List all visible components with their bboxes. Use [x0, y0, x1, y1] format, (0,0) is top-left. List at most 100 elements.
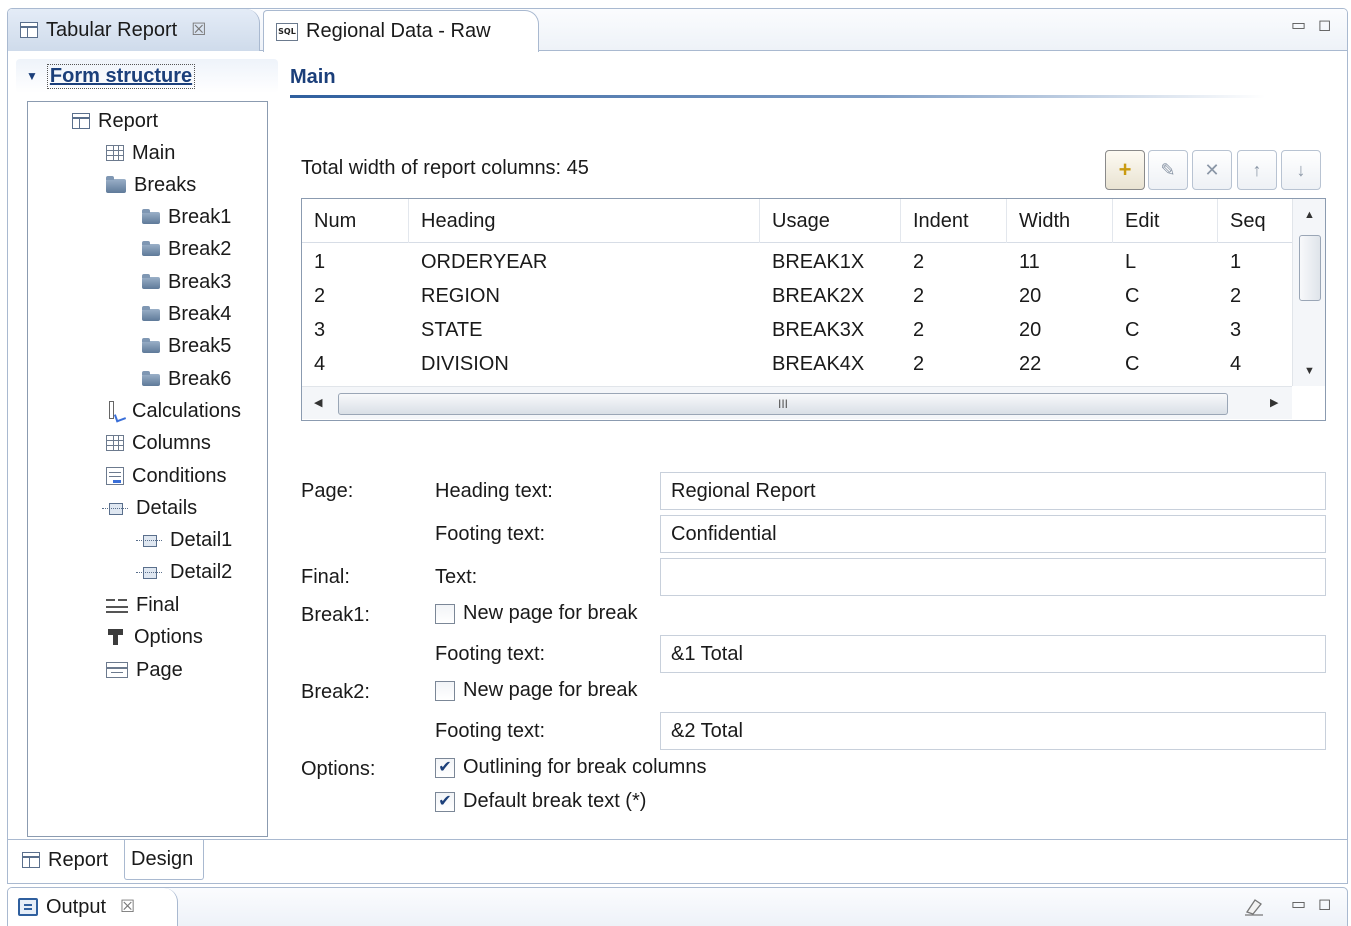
checkbox-label: Default break text (*)	[463, 790, 647, 812]
editor-tab-bar: Tabular Report ☒ SQL Regional Data - Raw…	[8, 9, 1347, 52]
tree-item-final[interactable]: Final	[106, 590, 179, 620]
tab-regional-data-raw[interactable]: SQL Regional Data - Raw	[263, 10, 539, 52]
eraser-icon[interactable]	[1243, 896, 1265, 916]
tree-item-page[interactable]: Page	[106, 655, 183, 685]
horizontal-scrollbar[interactable]: ◀ III ▶	[302, 386, 1292, 419]
cell-usage: BREAK4X	[772, 353, 865, 375]
tree-item-options[interactable]: Options	[106, 622, 203, 652]
maximize-icon[interactable]: ◻	[1318, 894, 1331, 914]
horizontal-scroll-thumb[interactable]: III	[338, 393, 1228, 415]
scroll-left-arrow-icon[interactable]: ◀	[314, 396, 322, 409]
cell-seq: 1	[1230, 251, 1242, 273]
checkbox-label: Outlining for break columns	[463, 756, 707, 778]
move-down-icon: ↓	[1296, 159, 1306, 180]
column-header-indent[interactable]: Indent	[901, 199, 1007, 243]
heading-text-label: Heading text:	[435, 480, 553, 502]
scroll-down-arrow-icon[interactable]: ▼	[1304, 365, 1315, 377]
tree-item-conditions[interactable]: Conditions	[106, 461, 227, 491]
folder-icon	[142, 241, 160, 256]
tree-item-detail2[interactable]: Detail2	[136, 557, 232, 587]
cell-heading: ORDERYEAR	[421, 251, 548, 273]
add-column-button[interactable]: +	[1105, 150, 1145, 190]
tree-item-breaks[interactable]: Breaks	[106, 170, 196, 200]
cell-seq: 4	[1230, 353, 1242, 375]
minimize-icon[interactable]: ▭	[1291, 894, 1306, 914]
cell-edit: C	[1125, 285, 1140, 307]
close-icon[interactable]: ☒	[120, 897, 135, 917]
tree-item-label: Conditions	[132, 464, 227, 487]
edit-icon: ✎	[1160, 159, 1176, 180]
page-heading-text-input[interactable]: Regional Report	[660, 472, 1326, 510]
close-icon[interactable]: ☒	[191, 20, 206, 40]
maximize-icon[interactable]: ◻	[1318, 15, 1331, 35]
tab-tabular-report[interactable]: Tabular Report ☒	[8, 9, 260, 51]
options-icon	[106, 627, 126, 647]
total-width-label: Total width of report columns: 45	[301, 157, 589, 179]
tree-item-label: Detail2	[170, 560, 233, 583]
scroll-right-arrow-icon[interactable]: ▶	[1270, 396, 1278, 409]
tree-item-label: Break4	[168, 302, 232, 325]
cell-width: 11	[1019, 251, 1040, 273]
tree-item-break2[interactable]: Break2	[142, 234, 231, 264]
page-footing-text-input[interactable]: Confidential	[660, 515, 1326, 553]
vertical-scroll-thumb[interactable]	[1299, 235, 1321, 301]
tab-label: Output	[46, 895, 107, 918]
tree-item-columns[interactable]: Columns	[106, 428, 211, 458]
folder-icon	[142, 306, 160, 321]
scroll-up-arrow-icon[interactable]: ▲	[1304, 209, 1315, 221]
cell-width: 20	[1019, 285, 1042, 307]
collapse-triangle-icon[interactable]: ▼	[26, 69, 38, 83]
delete-column-button[interactable]: ✕	[1192, 150, 1232, 190]
outlining-checkbox-row[interactable]: ✔ Outlining for break columns	[435, 756, 706, 779]
tree-item-main[interactable]: Main	[106, 138, 175, 168]
form-structure-tree: Report Main Breaks Break1 Break2 Break3 …	[27, 101, 268, 837]
cell-heading: DIVISION	[421, 353, 509, 375]
tree-item-calculations[interactable]: Calculations	[106, 396, 241, 426]
tree-item-detail1[interactable]: Detail1	[136, 525, 232, 555]
tree-item-break1[interactable]: Break1	[142, 202, 231, 232]
column-header-seq[interactable]: Seq	[1218, 199, 1292, 243]
outlining-checkbox[interactable]: ✔	[435, 757, 455, 778]
edit-column-button[interactable]: ✎	[1148, 150, 1188, 190]
cell-heading: STATE	[421, 319, 483, 341]
move-down-button[interactable]: ↓	[1281, 150, 1321, 190]
break1-new-page-checkbox-row[interactable]: New page for break	[435, 602, 638, 625]
column-header-width[interactable]: Width	[1007, 199, 1113, 243]
cell-indent: 2	[913, 251, 925, 273]
page-icon	[106, 662, 128, 678]
form-structure-header[interactable]: ▼ Form structure	[16, 59, 278, 93]
tab-design[interactable]: Design	[124, 840, 204, 880]
final-text-input[interactable]	[660, 558, 1326, 596]
cell-indent: 2	[913, 285, 925, 307]
detail-icon	[136, 534, 162, 547]
column-header-edit[interactable]: Edit	[1113, 199, 1218, 243]
tree-item-break5[interactable]: Break5	[142, 331, 231, 361]
tabular-report-editor: Tabular Report ☒ SQL Regional Data - Raw…	[7, 8, 1348, 884]
tree-item-break3[interactable]: Break3	[142, 267, 231, 297]
add-icon: +	[1118, 157, 1132, 182]
tree-item-break6[interactable]: Break6	[142, 364, 231, 394]
column-header-heading[interactable]: Heading	[409, 199, 760, 243]
move-up-button[interactable]: ↑	[1237, 150, 1277, 190]
vertical-scrollbar[interactable]: ▲ ▼	[1292, 199, 1325, 386]
cell-usage: BREAK1X	[772, 251, 865, 273]
break1-new-page-checkbox[interactable]	[435, 603, 455, 624]
default-break-text-checkbox-row[interactable]: ✔ Default break text (*)	[435, 790, 646, 813]
column-header-num[interactable]: Num	[302, 199, 409, 243]
folder-icon	[142, 274, 160, 289]
tree-item-break4[interactable]: Break4	[142, 299, 231, 329]
minimize-icon[interactable]: ▭	[1291, 15, 1306, 35]
tab-output[interactable]: Output ☒	[8, 888, 178, 926]
break2-new-page-checkbox[interactable]	[435, 680, 455, 701]
tab-label: Design	[131, 848, 194, 870]
tree-item-report[interactable]: Report	[72, 106, 158, 136]
cell-heading: REGION	[421, 285, 500, 307]
tab-report[interactable]: Report	[16, 840, 114, 880]
break1-footing-text-input[interactable]: &1 Total	[660, 635, 1326, 673]
default-break-text-checkbox[interactable]: ✔	[435, 791, 455, 812]
break2-new-page-checkbox-row[interactable]: New page for break	[435, 679, 638, 702]
break2-footing-text-input[interactable]: &2 Total	[660, 712, 1326, 750]
column-header-usage[interactable]: Usage	[760, 199, 901, 243]
final-section-label: Final:	[301, 566, 350, 588]
tree-item-details[interactable]: Details	[102, 493, 197, 523]
